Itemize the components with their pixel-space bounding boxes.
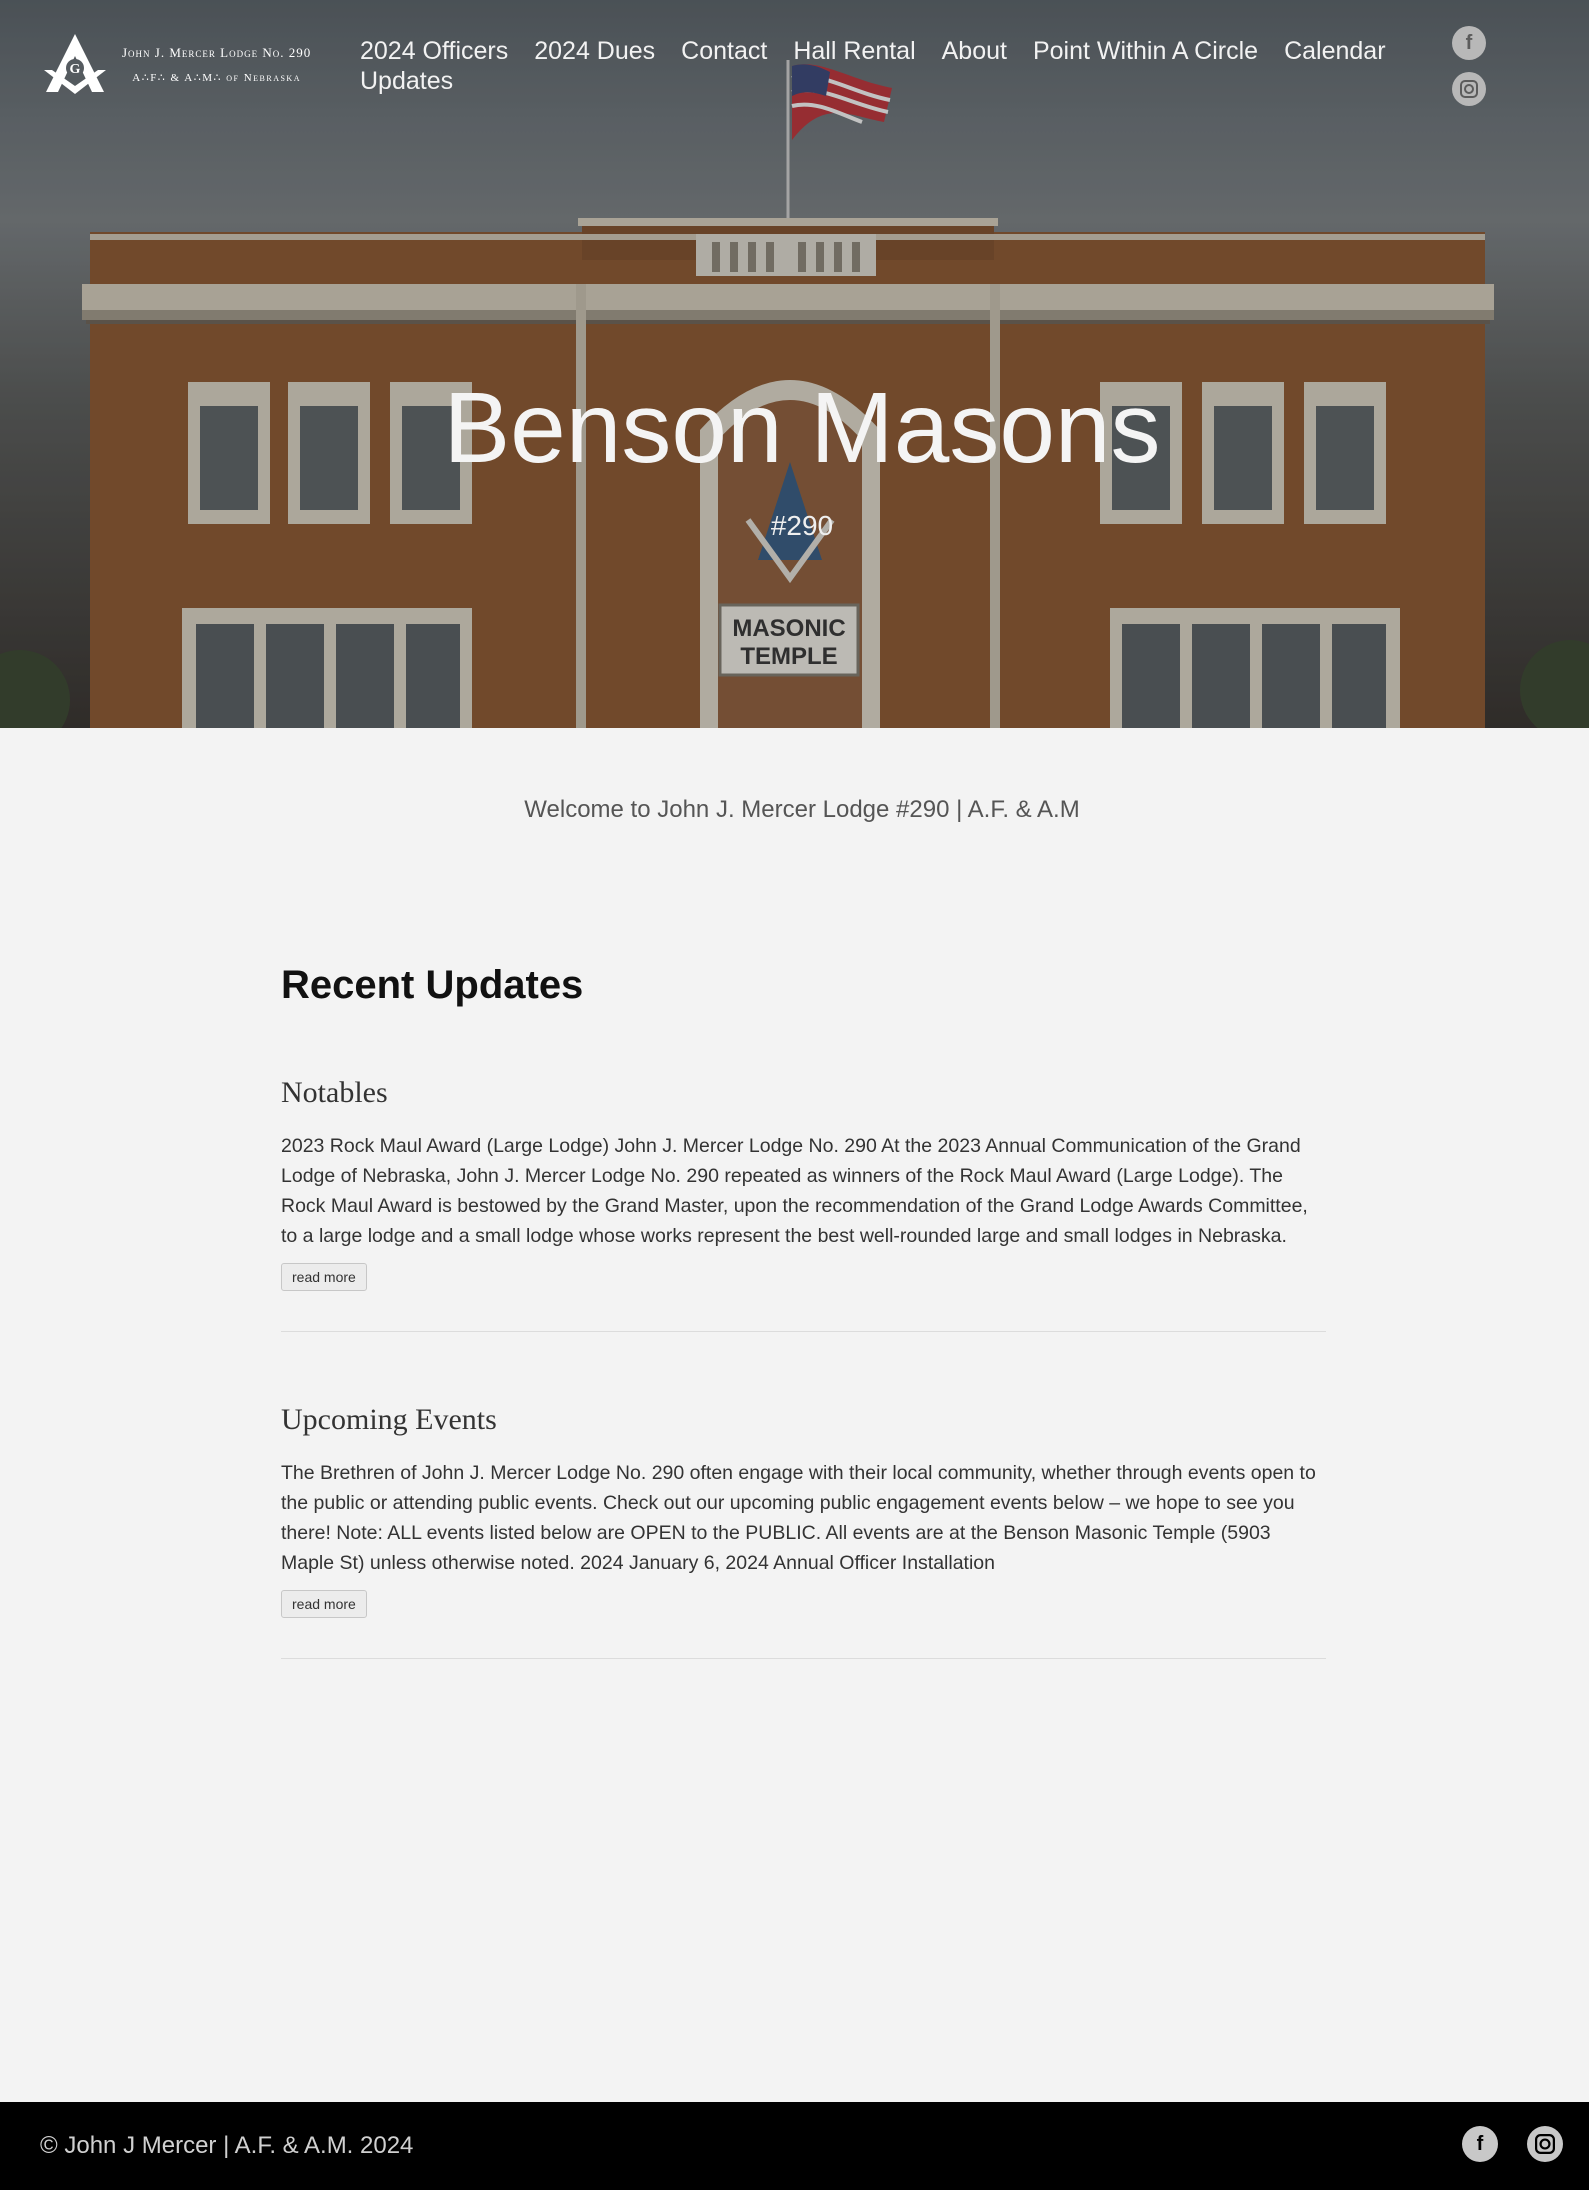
instagram-icon[interactable] <box>1527 2126 1563 2162</box>
post-excerpt: 2023 Rock Maul Award (Large Lodge) John … <box>281 1135 1308 1247</box>
instagram-icon[interactable] <box>1452 72 1486 106</box>
nav-about[interactable]: About <box>942 36 1007 66</box>
section-heading: Recent Updates <box>281 963 584 1007</box>
read-more-button[interactable]: read more <box>281 1590 367 1618</box>
welcome-text: Welcome to John J. Mercer Lodge #290 | A… <box>524 796 1080 823</box>
post-title[interactable]: Upcoming Events <box>281 1402 1326 1438</box>
nav-updates[interactable]: Updates <box>360 66 453 96</box>
recent-updates-section: Recent Updates Notables 2023 Rock Maul A… <box>281 955 1326 1729</box>
site-logo[interactable]: G John J. Mercer Lodge No. 290 A∴F∴ & A∴… <box>40 30 311 98</box>
hero-title: Benson Masons <box>443 372 1161 484</box>
facebook-icon[interactable]: f <box>1452 26 1486 60</box>
hero-banner: MASONIC TEMPLE G John J. Mercer Lodge No… <box>0 0 1589 728</box>
hero-subtitle: #290 <box>770 510 834 541</box>
nav-hall-rental[interactable]: Hall Rental <box>793 36 915 66</box>
post-upcoming-events: Upcoming Events The Brethren of John J. … <box>281 1402 1326 1659</box>
facebook-icon[interactable]: f <box>1462 2126 1498 2162</box>
site-footer: © John J Mercer | A.F. & A.M. 2024 f <box>0 2102 1589 2190</box>
hero-overlay <box>0 0 1589 728</box>
svg-text:G: G <box>70 62 81 77</box>
read-more-button[interactable]: read more <box>281 1263 367 1291</box>
nav-contact[interactable]: Contact <box>681 36 767 66</box>
nav-2024-dues[interactable]: 2024 Dues <box>534 36 655 66</box>
post-excerpt: The Brethren of John J. Mercer Lodge No.… <box>281 1462 1316 1574</box>
copyright-text: © John J Mercer | A.F. & A.M. 2024 <box>40 2132 414 2159</box>
header-social-links: f <box>1452 26 1486 118</box>
nav-point-within-a-circle[interactable]: Point Within A Circle <box>1033 36 1258 66</box>
logo-line-1: John J. Mercer Lodge No. 290 <box>122 44 312 60</box>
post-title[interactable]: Notables <box>281 1075 1326 1111</box>
nav-2024-officers[interactable]: 2024 Officers <box>360 36 508 66</box>
square-and-compass-icon: G <box>44 34 106 94</box>
main-nav: 2024 Officers 2024 Dues Contact Hall Ren… <box>360 36 1400 96</box>
nav-calendar[interactable]: Calendar <box>1284 36 1385 66</box>
logo-line-2: A∴F∴ & A∴M∴ of Nebraska <box>132 71 301 84</box>
post-notables: Notables 2023 Rock Maul Award (Large Lod… <box>281 1075 1326 1332</box>
